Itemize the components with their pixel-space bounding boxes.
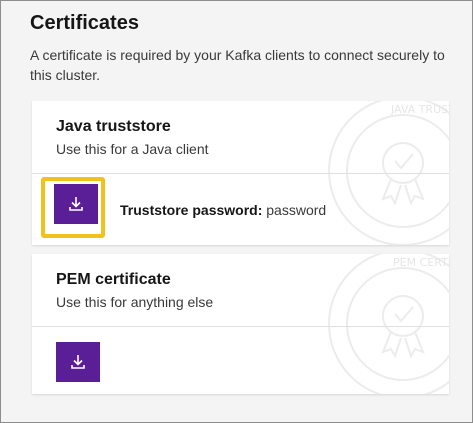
certificates-panel: Certificates A certificate is required b…	[0, 0, 473, 423]
download-icon	[71, 355, 85, 369]
truststore-password-label: Truststore password:	[120, 202, 263, 218]
java-download-button[interactable]	[54, 184, 98, 224]
section-title: Certificates	[30, 12, 139, 34]
pem-card-title: PEM certificate	[56, 271, 171, 288]
pem-card-subtitle: Use this for anything else	[56, 294, 214, 310]
java-card-header: Java truststore Use this for a Java clie…	[32, 101, 449, 174]
download-icon	[69, 197, 83, 211]
section-description: A certificate is required by your Kafka …	[30, 47, 445, 83]
java-card-footer: Truststore password: password	[32, 175, 449, 245]
java-truststore-card: JAVA TRUSTSTORE Java truststore Use this…	[32, 101, 449, 245]
pem-certificate-card: PEM CERTIFICATE PEM certificate Use this…	[32, 254, 449, 394]
java-card-title: Java truststore	[56, 118, 171, 135]
java-card-subtitle: Use this for a Java client	[56, 141, 209, 157]
pem-card-header: PEM certificate Use this for anything el…	[32, 254, 449, 327]
pem-download-button[interactable]	[56, 342, 100, 382]
pem-card-footer	[32, 328, 449, 394]
truststore-password-value: password	[266, 202, 327, 218]
truststore-password: Truststore password: password	[120, 202, 326, 218]
